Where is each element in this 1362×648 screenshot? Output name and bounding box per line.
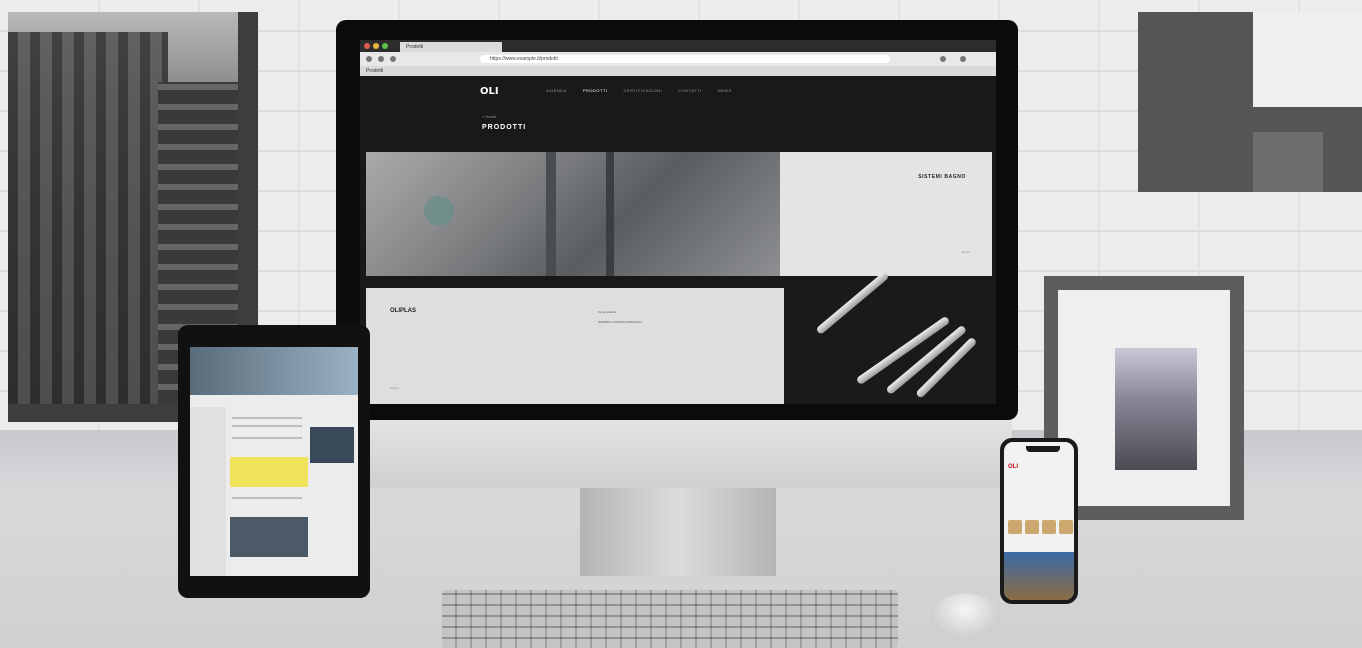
site-logo[interactable]: OLI (480, 86, 499, 97)
product-image (788, 271, 996, 404)
site-header: OLI AZIENDA PRODOTTI CERTIFICAZIONI CONT… (360, 76, 996, 152)
nav-item-azienda[interactable]: AZIENDA (546, 88, 567, 93)
card-link[interactable]: SCOPRI IL NUOVO CATALOGO (598, 320, 642, 324)
imac-stand (580, 488, 776, 576)
frame-mat (1253, 12, 1362, 107)
minimize-icon[interactable] (373, 43, 379, 49)
tablet-thumbnail (310, 427, 354, 463)
phone-logo: OLI (1008, 464, 1018, 470)
card-link[interactable]: Vai ai prodotti (598, 310, 616, 314)
browser-tab[interactable]: Prodotti (400, 42, 502, 52)
tablet-sidebar (190, 407, 226, 576)
smartphone: OLI (1000, 438, 1078, 604)
imac-screen: Prodotti https://www.example.it/prodotti… (360, 40, 996, 404)
pipe (546, 152, 556, 276)
frame-block (1253, 132, 1323, 192)
card-more-link[interactable]: Scopri (390, 386, 399, 390)
site-nav: AZIENDA PRODOTTI CERTIFICAZIONI CONTATTI… (546, 88, 732, 93)
imac-chin (342, 420, 1012, 488)
menu-icon[interactable] (960, 56, 966, 62)
fitting-part (424, 196, 454, 226)
thumbnail (1042, 520, 1056, 534)
framed-art-top-right (1138, 12, 1362, 192)
pipe (606, 152, 614, 276)
text-line (232, 417, 302, 419)
building-facade (8, 32, 168, 404)
phone-thumbnails (1008, 520, 1073, 534)
phone-notch (1026, 446, 1060, 452)
tablet (178, 325, 370, 598)
breadcrumb[interactable]: > Home (482, 114, 496, 119)
keyboard (442, 590, 898, 648)
hero-image (366, 152, 780, 276)
forward-icon[interactable] (378, 56, 384, 62)
tablet-screen (190, 347, 358, 576)
tablet-banner (230, 457, 308, 487)
reload-icon[interactable] (390, 56, 396, 62)
phone-image (1004, 552, 1074, 600)
thumbnail (1025, 520, 1039, 534)
nav-item-news[interactable]: NEWS (718, 88, 732, 93)
text-line (232, 497, 302, 499)
close-icon[interactable] (364, 43, 370, 49)
phone-screen: OLI (1004, 442, 1074, 600)
hero-link[interactable]: Scopri (961, 250, 970, 254)
hero-title: SISTEMI BAGNO (918, 174, 966, 180)
back-icon[interactable] (366, 56, 372, 62)
nav-item-prodotti[interactable]: PRODOTTI (583, 88, 608, 93)
nav-item-certificazioni[interactable]: CERTIFICAZIONI (624, 88, 663, 93)
maximize-icon[interactable] (382, 43, 388, 49)
tower-photo (1115, 348, 1197, 470)
frame-mat (1058, 290, 1230, 506)
extension-icon[interactable] (940, 56, 946, 62)
browser-tab-bar: Prodotti (360, 40, 996, 52)
address-bar[interactable]: https://www.example.it/prodotti (480, 55, 890, 63)
thumbnail (1008, 520, 1022, 534)
thumbnail (1059, 520, 1073, 534)
mouse (930, 594, 1000, 638)
text-line (232, 437, 302, 439)
pipe-product (815, 271, 890, 336)
bookmarks-bar[interactable]: Prodotti (360, 66, 996, 76)
page-title: PRODOTTI (482, 124, 527, 131)
nav-item-contatti[interactable]: CONTATTI (678, 88, 701, 93)
text-line (232, 425, 302, 427)
card-title: OLIPLAS (390, 308, 417, 314)
browser-toolbar: https://www.example.it/prodotti (360, 52, 996, 66)
product-card[interactable]: OLIPLAS Vai ai prodotti SCOPRI IL NUOVO … (366, 288, 784, 404)
tablet-image (230, 517, 308, 557)
hero-panel[interactable]: SISTEMI BAGNO Scopri (780, 152, 992, 276)
tablet-header-image (190, 347, 358, 395)
